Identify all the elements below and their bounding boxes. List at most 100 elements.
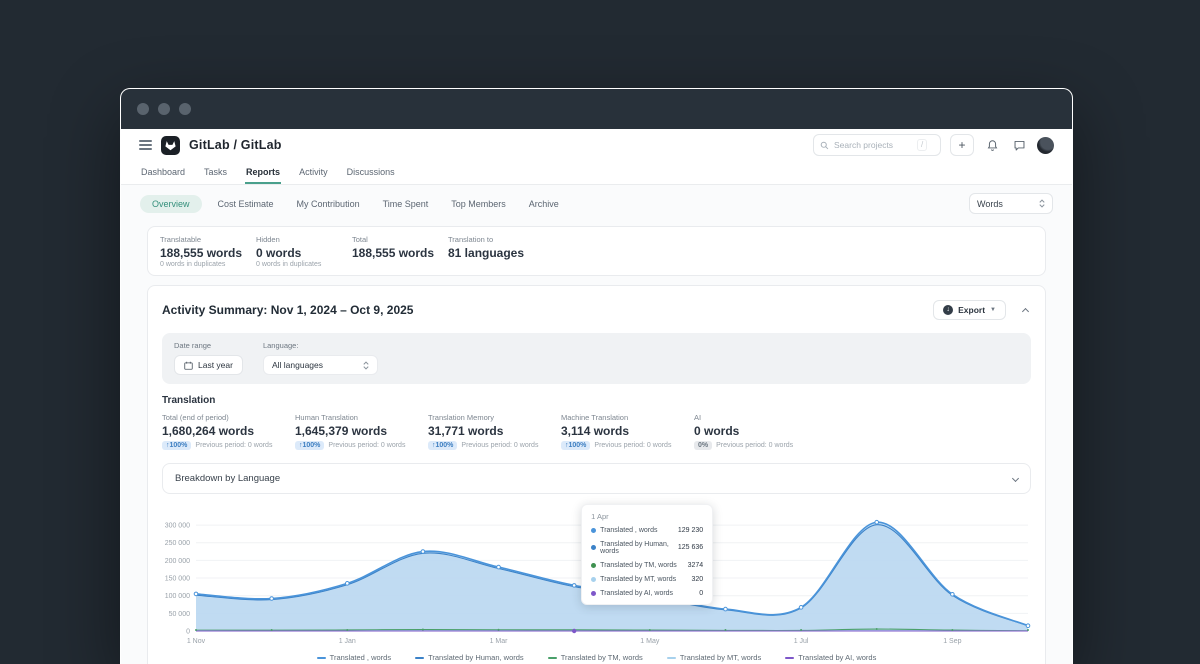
app-window: GitLab / GitLab / + Dashboard Tasks — [120, 88, 1073, 664]
search-box[interactable]: / — [813, 134, 941, 156]
svg-text:1 Jan: 1 Jan — [339, 638, 356, 645]
menu-icon[interactable] — [139, 140, 152, 150]
stat-translatable: Translatable 188,555 words 0 words in du… — [160, 235, 256, 268]
download-icon: ↓ — [943, 305, 953, 315]
page-title: GitLab / GitLab — [189, 138, 282, 152]
tab-dashboard[interactable]: Dashboard — [140, 163, 186, 184]
legend-item-ai[interactable]: Translated by AI, words — [785, 653, 876, 662]
filter-panel: Date range Last year Language: All langu… — [162, 333, 1031, 384]
calendar-icon — [184, 361, 193, 370]
stat-total: Total 188,555 words — [352, 235, 448, 268]
chart-tooltip: 1 Apr Translated , words129 230 Translat… — [581, 504, 713, 605]
metric-mt: Machine Translation 3,114 words ↑100%Pre… — [561, 413, 694, 450]
tooltip-row: Translated by AI, words0 — [591, 586, 703, 600]
tab-tasks[interactable]: Tasks — [203, 163, 228, 184]
svg-text:1 Sep: 1 Sep — [943, 638, 961, 645]
chevron-up-icon — [1022, 308, 1029, 315]
svg-text:150 000: 150 000 — [165, 576, 190, 583]
series-dot-icon — [591, 528, 596, 533]
series-dash-icon — [317, 657, 326, 659]
subtab-overview[interactable]: Overview — [140, 195, 202, 213]
subtab-archive[interactable]: Archive — [522, 195, 566, 213]
window-titlebar — [121, 89, 1072, 129]
notifications-button[interactable] — [983, 136, 1001, 154]
svg-text:0: 0 — [186, 629, 190, 636]
create-new-button[interactable]: + — [950, 134, 974, 156]
chevron-down-icon — [1012, 475, 1019, 482]
user-avatar[interactable] — [1037, 137, 1054, 154]
collapse-section-button[interactable] — [1020, 298, 1031, 322]
date-range-filter: Date range Last year — [174, 341, 243, 375]
trend-badge: ↑100% — [162, 441, 191, 450]
trend-badge: ↑100% — [561, 441, 590, 450]
subtab-top-members[interactable]: Top Members — [444, 195, 513, 213]
export-button[interactable]: ↓ Export ▼ — [933, 300, 1006, 320]
app-header: GitLab / GitLab / + — [121, 129, 1072, 159]
trend-badge: 0% — [694, 441, 712, 450]
chart-legend: Translated , words Translated by Human, … — [162, 653, 1031, 662]
language-select[interactable]: All languages — [263, 355, 378, 375]
updown-icon — [1039, 199, 1045, 208]
tooltip-row: Translated , words129 230 — [591, 523, 703, 537]
svg-text:250 000: 250 000 — [165, 540, 190, 547]
trend-badge: ↑100% — [295, 441, 324, 450]
date-range-button[interactable]: Last year — [174, 355, 243, 375]
search-input[interactable] — [834, 140, 912, 150]
subtab-bar: Overview Cost Estimate My Contribution T… — [121, 185, 1072, 223]
svg-text:1 Mar: 1 Mar — [490, 638, 509, 645]
activity-summary-card: Activity Summary: Nov 1, 2024 – Oct 9, 2… — [147, 285, 1046, 664]
legend-item-tm[interactable]: Translated by TM, words — [548, 653, 643, 662]
series-dash-icon — [415, 657, 424, 659]
window-minimize-button[interactable] — [158, 103, 170, 115]
activity-summary-title: Activity Summary: Nov 1, 2024 – Oct 9, 2… — [162, 303, 413, 317]
updown-icon — [363, 361, 369, 370]
stat-translation-to: Translation to 81 languages — [448, 235, 544, 268]
translation-section: Translation Total (end of period) 1,680,… — [162, 395, 1031, 450]
series-dash-icon — [785, 657, 794, 659]
legend-item-mt[interactable]: Translated by MT, words — [667, 653, 761, 662]
caret-down-icon: ▼ — [990, 307, 996, 313]
legend-item-human[interactable]: Translated by Human, words — [415, 653, 524, 662]
search-icon — [820, 141, 829, 150]
svg-text:300 000: 300 000 — [165, 523, 190, 530]
series-dash-icon — [667, 657, 676, 659]
subtab-time-spent[interactable]: Time Spent — [376, 195, 436, 213]
svg-text:1 Nov: 1 Nov — [187, 638, 206, 645]
language-filter: Language: All languages — [263, 341, 378, 375]
svg-text:200 000: 200 000 — [165, 558, 190, 565]
stat-hidden: Hidden 0 words 0 words in duplicates — [256, 235, 352, 268]
series-dash-icon — [548, 657, 557, 659]
activity-chart: 050 000100 000150 000200 000250 000300 0… — [162, 506, 1031, 650]
gitlab-logo-icon — [161, 136, 180, 155]
search-shortcut-hint: / — [917, 139, 927, 151]
svg-text:100 000: 100 000 — [165, 593, 190, 600]
metric-human: Human Translation 1,645,379 words ↑100%P… — [295, 413, 428, 450]
bell-icon — [986, 139, 999, 152]
tab-activity[interactable]: Activity — [298, 163, 329, 184]
breakdown-by-language-panel[interactable]: Breakdown by Language — [162, 463, 1031, 494]
chat-icon — [1013, 139, 1026, 152]
tooltip-row: Translated by TM, words3274 — [591, 558, 703, 572]
legend-item-translated[interactable]: Translated , words — [317, 653, 391, 662]
tab-reports[interactable]: Reports — [245, 163, 281, 184]
svg-text:1 May: 1 May — [640, 638, 660, 645]
metric-tm: Translation Memory 31,771 words ↑100%Pre… — [428, 413, 561, 450]
trend-badge: ↑100% — [428, 441, 457, 450]
metric-total: Total (end of period) 1,680,264 words ↑1… — [162, 413, 295, 450]
tooltip-row: Translated by Human, words125 636 — [591, 537, 703, 558]
svg-text:1 Jul: 1 Jul — [794, 638, 809, 645]
series-dot-icon — [591, 545, 596, 550]
unit-selector[interactable]: Words — [969, 193, 1053, 214]
subtab-my-contribution[interactable]: My Contribution — [290, 195, 367, 213]
metric-ai: AI 0 words 0%Previous period: 0 words — [694, 413, 827, 450]
window-close-button[interactable] — [137, 103, 149, 115]
translation-heading: Translation — [162, 395, 1031, 406]
series-dot-icon — [591, 591, 596, 596]
window-maximize-button[interactable] — [179, 103, 191, 115]
messages-button[interactable] — [1010, 136, 1028, 154]
series-dot-icon — [591, 577, 596, 582]
tooltip-row: Translated by MT, words320 — [591, 572, 703, 586]
tab-discussions[interactable]: Discussions — [346, 163, 396, 184]
subtab-cost-estimate[interactable]: Cost Estimate — [211, 195, 281, 213]
series-dot-icon — [591, 563, 596, 568]
